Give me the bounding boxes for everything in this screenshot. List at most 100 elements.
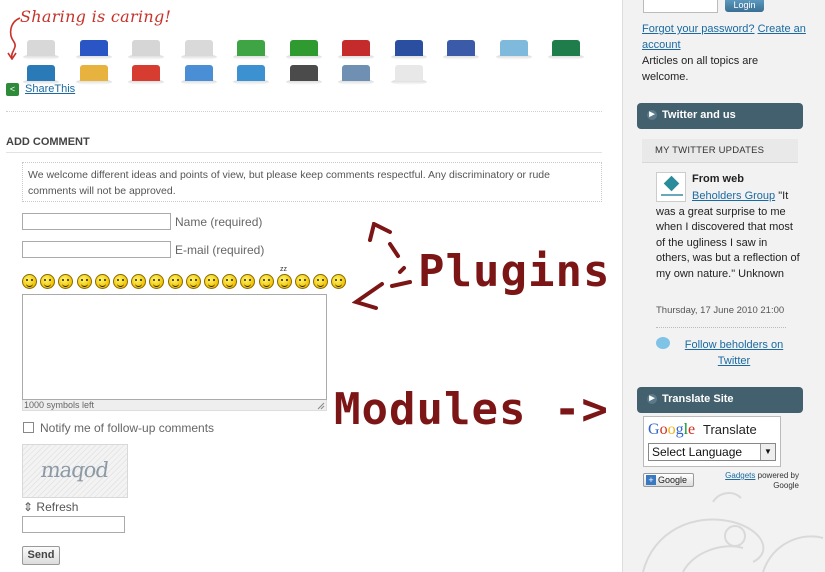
translate-label: Translate xyxy=(703,422,757,437)
reddit-icon-face xyxy=(184,40,213,56)
email-icon-face xyxy=(342,65,370,81)
language-select[interactable]: Select Language ▼ xyxy=(648,443,776,461)
plugins-arrow-icon xyxy=(352,222,412,310)
twitter-module-header[interactable]: ▶ Twitter and us xyxy=(637,103,803,129)
refresh-label: Refresh xyxy=(36,500,79,514)
linkedin-icon-face xyxy=(27,65,55,81)
email-field[interactable] xyxy=(22,241,171,258)
facebook-icon[interactable] xyxy=(443,40,479,68)
smiley-icon[interactable] xyxy=(331,274,347,289)
digg-icon-face xyxy=(27,40,55,56)
smiley-icon[interactable] xyxy=(313,274,329,289)
sharethis-link[interactable]: ShareThis xyxy=(25,83,75,95)
name-field[interactable] xyxy=(22,213,171,230)
smiley-icon[interactable] xyxy=(222,274,238,289)
netvibes-icon-face xyxy=(237,65,265,81)
gmail-icon-face xyxy=(342,40,370,56)
captcha-input[interactable] xyxy=(22,516,125,533)
email-label: E-mail (required) xyxy=(175,243,265,257)
technorati-icon-face xyxy=(237,40,265,56)
tweet-source: From web xyxy=(692,173,744,185)
tweet-author-link[interactable]: Beholders Group xyxy=(692,190,775,202)
dropdown-arrow-icon: ▼ xyxy=(760,444,775,460)
stumbleupon-icon[interactable] xyxy=(128,40,164,68)
smiley-icon[interactable] xyxy=(167,274,183,289)
google-plus-icon-face xyxy=(132,65,160,81)
articles-note: Articles on all topics are welcome. xyxy=(642,55,759,83)
orkut-icon[interactable] xyxy=(285,40,322,68)
login-button[interactable]: Login xyxy=(725,0,764,12)
smiley-icon[interactable] xyxy=(185,274,201,289)
google-plus-icon[interactable] xyxy=(128,65,164,93)
smiley-icon[interactable] xyxy=(204,274,219,289)
google-translate-widget: Google Translate Select Language ▼ xyxy=(643,416,781,467)
myspace-icon[interactable] xyxy=(390,40,427,68)
twitter-bird-icon xyxy=(656,337,670,349)
refresh-icon: ⇕ xyxy=(23,500,34,514)
chevron-right-icon: ▶ xyxy=(647,110,657,120)
divider xyxy=(6,152,602,153)
smiley-icon[interactable] xyxy=(22,274,37,289)
send-button[interactable]: Send xyxy=(22,546,60,565)
divider xyxy=(656,327,786,328)
sharing-title: Sharing is caring! xyxy=(20,7,172,26)
smiley-icon[interactable] xyxy=(276,274,292,289)
captcha-image: maqod xyxy=(22,444,128,498)
captcha-text: maqod xyxy=(39,458,110,482)
smiley-icon[interactable] xyxy=(258,274,274,289)
plugins-annotation: Plugins xyxy=(418,246,611,297)
orkut-icon-face xyxy=(289,40,318,56)
smiley-icon[interactable] xyxy=(94,274,110,289)
google-icon[interactable] xyxy=(75,65,112,93)
notify-checkbox[interactable] xyxy=(23,422,34,433)
tweet-text: "It was a great surprise to me when I di… xyxy=(656,190,800,280)
netvibes-icon[interactable] xyxy=(233,65,269,93)
myspace-icon-face xyxy=(394,40,423,56)
newsvine-icon[interactable] xyxy=(180,65,217,93)
facebook-icon-face xyxy=(447,40,475,56)
captcha-refresh[interactable]: ⇕ Refresh xyxy=(23,500,78,514)
modules-annotation: Modules -> xyxy=(334,384,609,435)
follow-twitter-link[interactable]: Follow beholders on Twitter xyxy=(674,337,794,369)
account-links: Forgot your password? Create an account xyxy=(642,21,807,53)
password-field[interactable] xyxy=(643,0,718,13)
smiley-icon[interactable] xyxy=(240,274,256,289)
sidebar: Login Forgot your password? Create an ac… xyxy=(622,0,825,572)
floral-decoration xyxy=(642,492,824,572)
language-select-value: Select Language xyxy=(652,445,743,459)
smiley-icon[interactable] xyxy=(295,274,310,289)
reddit-icon[interactable] xyxy=(180,40,217,68)
yammer-icon-face xyxy=(552,40,580,56)
smiley-icon[interactable] xyxy=(113,274,128,289)
smiley-icon[interactable] xyxy=(76,274,92,289)
google-icon-face xyxy=(79,65,108,81)
yammer-icon[interactable] xyxy=(548,40,584,68)
smiley-icon[interactable] xyxy=(131,274,147,289)
smiley-icon[interactable] xyxy=(149,274,165,289)
comment-textarea[interactable] xyxy=(22,294,327,400)
technorati-icon[interactable] xyxy=(233,40,269,68)
add-comment-heading: ADD COMMENT xyxy=(6,136,90,148)
main-content: Sharing is caring! < ShareThis ADD COMME… xyxy=(0,0,622,572)
symbols-left: 1000 symbols left xyxy=(24,400,95,410)
forgot-password-link[interactable]: Forgot your password? xyxy=(642,23,755,35)
smiley-icon[interactable] xyxy=(58,274,74,289)
resize-handle-icon[interactable] xyxy=(317,402,325,410)
bookmark-icon[interactable] xyxy=(390,65,427,93)
smiley-icon[interactable] xyxy=(40,274,56,289)
printer-icon-face xyxy=(289,65,318,81)
twitter-module-title: Twitter and us xyxy=(662,109,736,121)
gmail-icon[interactable] xyxy=(338,40,374,68)
digg-icon[interactable] xyxy=(23,40,59,68)
translate-module-header[interactable]: ▶ Translate Site xyxy=(637,387,803,413)
share-icon: < xyxy=(6,83,19,96)
name-label: Name (required) xyxy=(175,215,263,229)
notify-label: Notify me of follow-up comments xyxy=(40,421,215,435)
twitter-icon[interactable] xyxy=(495,40,532,68)
email-icon[interactable] xyxy=(338,65,374,93)
bookmark-icon-face xyxy=(394,65,423,81)
delicious-icon[interactable] xyxy=(75,40,112,68)
chevron-right-icon: ▶ xyxy=(647,394,657,404)
printer-icon[interactable] xyxy=(285,65,322,93)
comment-notice: We welcome different ideas and points of… xyxy=(22,162,602,202)
